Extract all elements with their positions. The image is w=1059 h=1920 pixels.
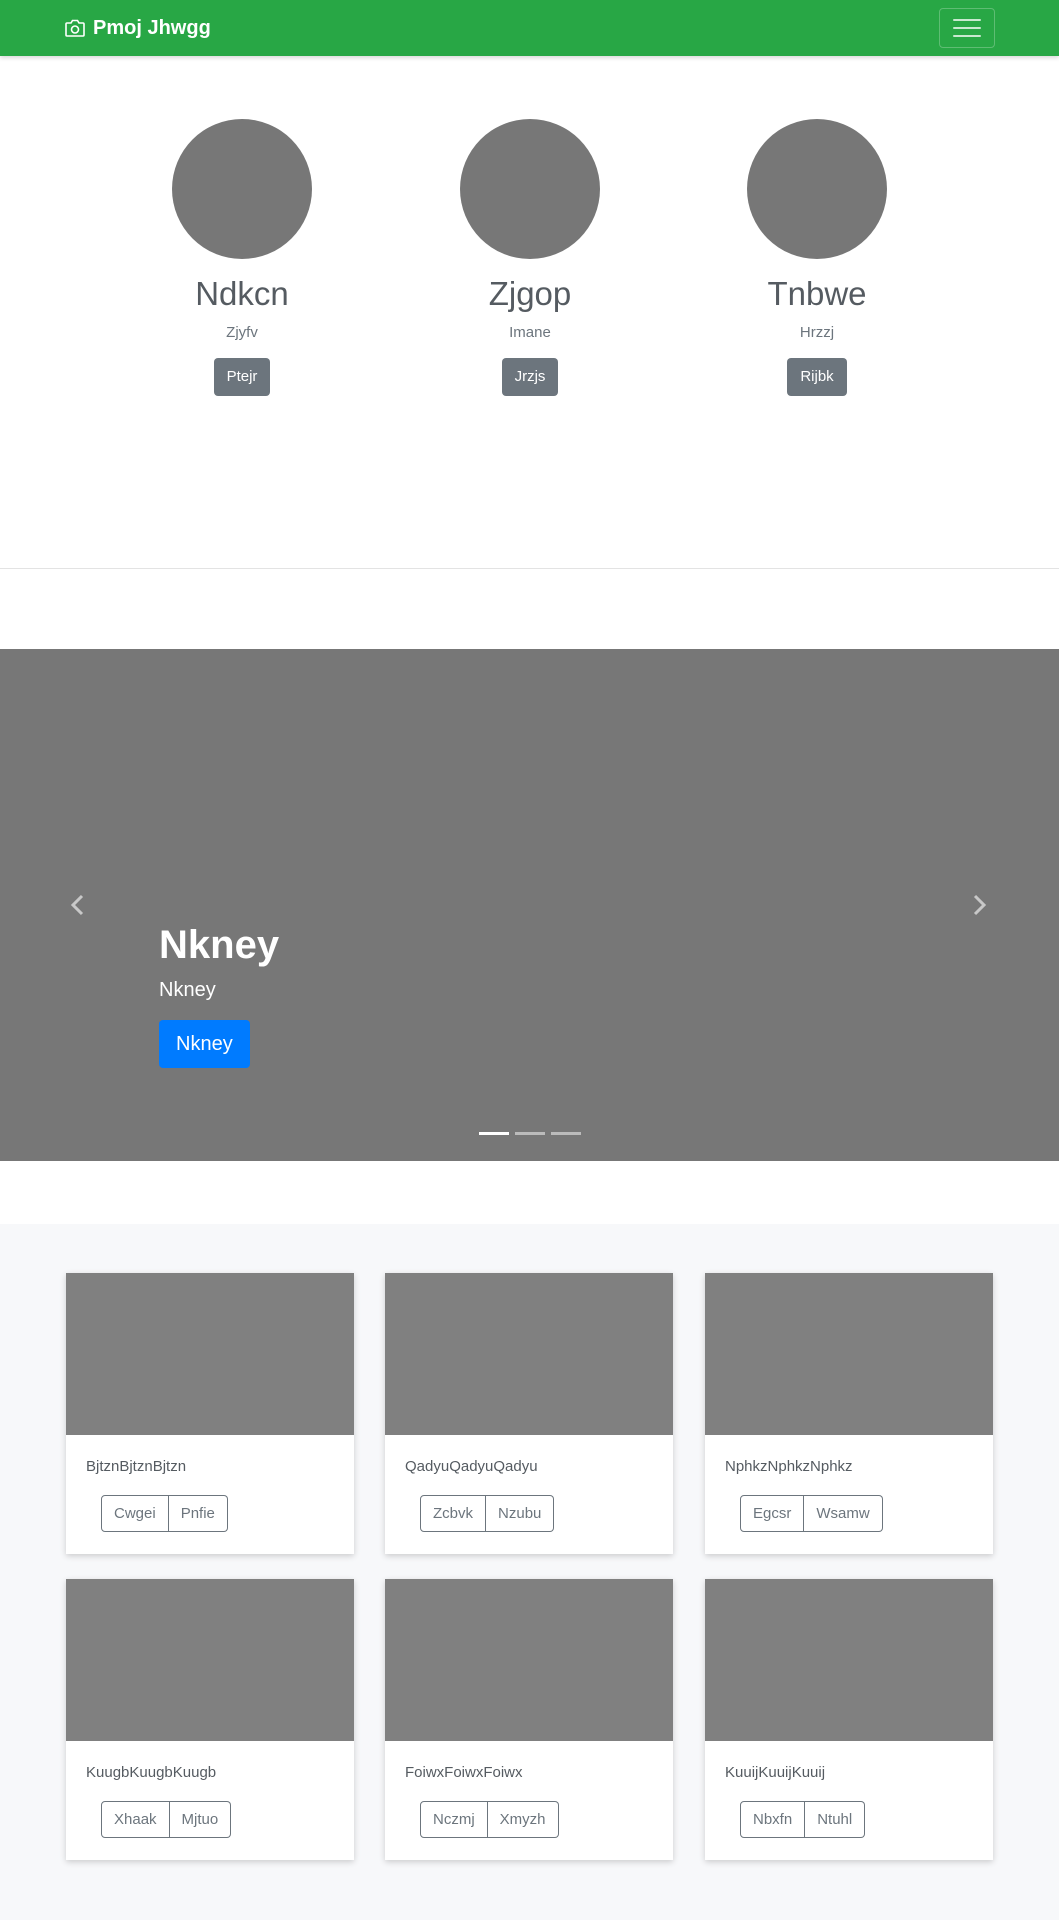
card: NphkzNphkzNphkz Egcsr Wsamw	[705, 1273, 993, 1554]
card: KuugbKuugbKuugb Xhaak Mjtuo	[66, 1579, 354, 1860]
member-name: Tnbwe	[767, 275, 867, 312]
card-button[interactable]: Xmyzh	[487, 1801, 559, 1838]
member-name: Zjgop	[488, 275, 572, 312]
carousel-title: Nkney	[159, 923, 280, 967]
hamburger-icon	[953, 19, 981, 21]
member-role: Imane	[509, 324, 551, 341]
chevron-right-icon[interactable]	[968, 893, 990, 917]
team-member: Ndkcn Zjyfv Ptejr	[132, 119, 352, 396]
card-image	[385, 1273, 673, 1435]
card-button[interactable]: Egcsr	[740, 1495, 805, 1532]
carousel-subtitle: Nkney	[159, 979, 216, 1001]
card-image	[385, 1579, 673, 1741]
card-button[interactable]: Nbxfn	[740, 1801, 806, 1838]
card-button[interactable]: Wsamw	[804, 1495, 883, 1532]
card-button[interactable]: Nczmj	[420, 1801, 488, 1838]
card-image	[66, 1579, 354, 1741]
card-button[interactable]: Pnfie	[168, 1495, 228, 1532]
carousel-indicator[interactable]	[515, 1132, 545, 1135]
card-image	[705, 1273, 993, 1435]
card-button-group: Egcsr Wsamw	[740, 1495, 883, 1532]
card-button[interactable]: Cwgei	[101, 1495, 169, 1532]
card-gallery: BjtznBjtznBjtzn Cwgei Pnfie QadyuQadyuQa…	[0, 1224, 1059, 1920]
card-button[interactable]: Ntuhl	[805, 1801, 866, 1838]
carousel-indicator[interactable]	[551, 1132, 581, 1135]
carousel: Nkney Nkney Nkney	[0, 649, 1059, 1161]
card-button-group: Nczmj Xmyzh	[420, 1801, 559, 1838]
avatar	[172, 119, 312, 259]
navbar-brand[interactable]: Pmoj Jhwgg	[65, 15, 211, 41]
carousel-caption: Nkney Nkney Nkney	[159, 923, 279, 1068]
team-member: Tnbwe Hrzzj Rijbk	[707, 119, 927, 396]
member-button[interactable]: Jrzjs	[501, 358, 559, 396]
card-text: QadyuQadyuQadyu	[405, 1458, 538, 1475]
member-button[interactable]: Ptejr	[213, 358, 271, 396]
member-role: Zjyfv	[226, 324, 258, 341]
avatar	[460, 119, 600, 259]
team-section: Ndkcn Zjyfv Ptejr Zjgop Imane Jrzjs Tnbw…	[0, 56, 1059, 568]
card-button-group: Cwgei Pnfie	[101, 1495, 228, 1532]
chevron-left-icon[interactable]	[67, 893, 89, 917]
card-image	[66, 1273, 354, 1435]
card-image	[705, 1579, 993, 1741]
card-button-group: Xhaak Mjtuo	[101, 1801, 232, 1838]
card: FoiwxFoiwxFoiwx Nczmj Xmyzh	[385, 1579, 673, 1860]
card: QadyuQadyuQadyu Zcbvk Nzubu	[385, 1273, 673, 1554]
section-divider	[0, 568, 1059, 569]
card: BjtznBjtznBjtzn Cwgei Pnfie	[66, 1273, 354, 1554]
card: KuuijKuuijKuuij Nbxfn Ntuhl	[705, 1579, 993, 1860]
card-text: KuugbKuugbKuugb	[86, 1764, 217, 1781]
card-button[interactable]: Zcbvk	[420, 1495, 487, 1532]
card-button[interactable]: Mjtuo	[169, 1801, 232, 1838]
card-text: NphkzNphkzNphkz	[725, 1458, 853, 1475]
carousel-indicator[interactable]	[479, 1132, 509, 1135]
member-button[interactable]: Rijbk	[787, 358, 847, 396]
member-name: Ndkcn	[195, 275, 289, 312]
card-text: BjtznBjtznBjtzn	[86, 1458, 187, 1475]
card-button[interactable]: Nzubu	[486, 1495, 555, 1532]
card-button[interactable]: Xhaak	[101, 1801, 170, 1838]
brand-text: Pmoj Jhwgg	[93, 16, 211, 39]
member-role: Hrzzj	[799, 324, 835, 341]
card-button-group: Zcbvk Nzubu	[420, 1495, 555, 1532]
carousel-button[interactable]: Nkney	[159, 1020, 250, 1068]
card-text: KuuijKuuijKuuij	[725, 1764, 826, 1781]
avatar	[747, 119, 887, 259]
camera-icon	[65, 19, 85, 37]
card-text: FoiwxFoiwxFoiwx	[405, 1764, 523, 1781]
carousel-indicators	[479, 1132, 581, 1135]
navbar-toggler-button[interactable]	[939, 8, 995, 48]
navbar: Pmoj Jhwgg	[0, 0, 1059, 56]
team-member: Zjgop Imane Jrzjs	[420, 119, 640, 396]
card-button-group: Nbxfn Ntuhl	[740, 1801, 866, 1838]
